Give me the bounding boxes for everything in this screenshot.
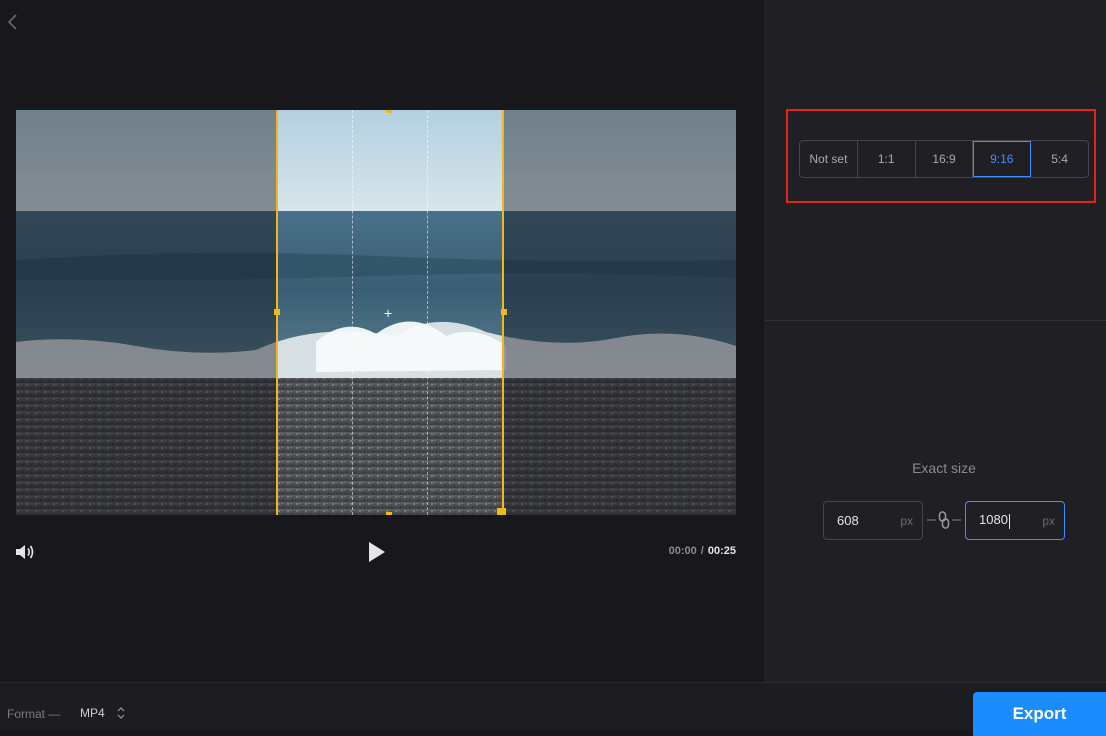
crop-grid-line [352,110,353,515]
crop-handle-top[interactable] [386,110,392,113]
export-button[interactable]: Export [973,692,1106,736]
link-icon [927,511,961,529]
ratio-16-9-button[interactable]: 16:9 [916,141,974,177]
crop-mask-right [504,110,736,515]
back-icon [7,14,17,30]
format-stepper-icon [117,707,125,719]
crop-handle-left[interactable] [274,309,280,315]
crop-center-icon: + [384,305,393,321]
playback-time: 00:00/00:25 [600,545,736,557]
width-unit: px [900,513,913,528]
ratio-not-set-button[interactable]: Not set [800,141,858,177]
ratio-9-16-button[interactable]: 9:16 [973,141,1032,177]
time-separator: / [700,545,704,557]
format-stepper-button[interactable] [116,705,126,721]
play-button[interactable] [366,540,388,564]
total-time: 00:25 [707,545,736,557]
crop-grid-line [427,110,428,515]
video-preview: + [16,110,736,515]
aspect-lock-button[interactable] [925,510,963,530]
height-input[interactable]: 1080 px [965,501,1065,540]
crop-mask-left [16,110,276,515]
ratio-5-4-button[interactable]: 5:4 [1031,141,1088,177]
settings-divider [764,320,1106,321]
crop-handle-corner[interactable] [497,508,506,515]
height-value: 1080 [979,512,1042,529]
settings-pane [764,0,1106,682]
volume-icon [16,545,34,559]
footer-bar [0,682,1106,730]
height-unit: px [1042,513,1055,528]
current-time: 00:00 [668,545,697,557]
format-label: Format — [7,707,61,721]
text-caret [1008,513,1010,529]
crop-handle-bottom[interactable] [386,512,392,515]
exact-size-label: Exact size [912,460,976,476]
play-icon [369,542,385,562]
ratio-1-1-button[interactable]: 1:1 [858,141,916,177]
width-input[interactable]: 608 px [823,501,923,540]
aspect-ratio-selector: Not set 1:1 16:9 9:16 5:4 [799,140,1089,178]
crop-handle-right[interactable] [501,309,507,315]
format-select[interactable]: MP4 [80,706,105,720]
width-value: 608 [837,513,859,528]
back-button[interactable] [4,12,24,32]
volume-button[interactable] [14,541,36,563]
height-value-text: 1080 [979,512,1008,528]
